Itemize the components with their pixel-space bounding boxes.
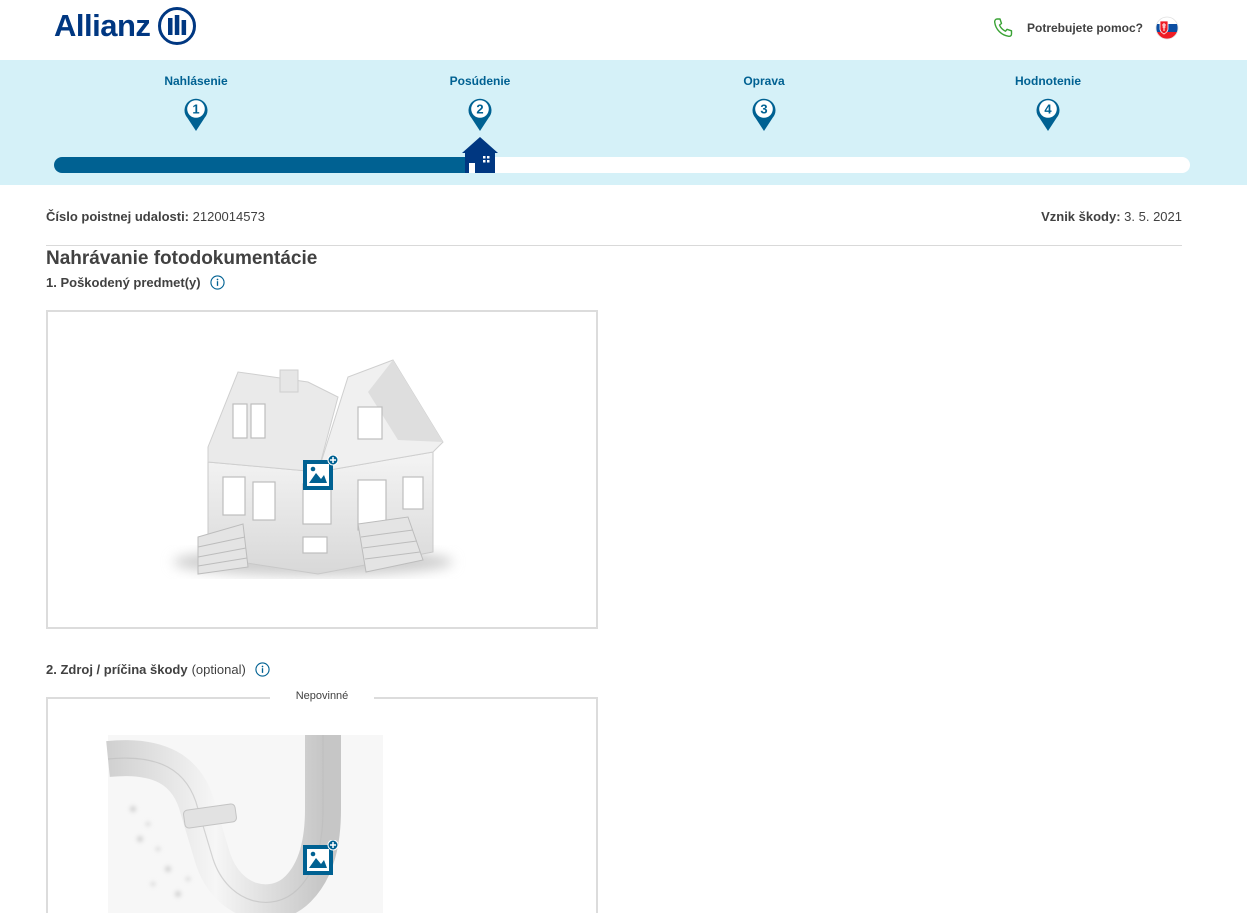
house-marker-icon (462, 137, 498, 173)
info-icon[interactable] (209, 275, 225, 290)
step-pin-icon: 1 (184, 98, 208, 131)
damage-date: Vznik škody: 3. 5. 2021 (1041, 209, 1182, 224)
progress-fill (54, 157, 480, 173)
page-title: Nahrávanie fotodokumentácie (46, 248, 318, 269)
step-label: Hodnotenie (1015, 74, 1081, 88)
step-number: 2 (476, 102, 483, 117)
progress-track (54, 157, 1190, 173)
step-number: 3 (760, 102, 767, 117)
step-hodnotenie: Hodnotenie 4 (968, 74, 1128, 132)
section-2-title: 2. Zdroj / príčina škody (46, 662, 188, 677)
help-text[interactable]: Potrebujete pomoc? (1027, 21, 1143, 35)
add-photo-icon[interactable] (302, 455, 338, 491)
section-1-title: 1. Poškodený predmet(y) (46, 275, 201, 290)
upload-damage-source[interactable] (46, 697, 598, 913)
section-2-heading: 2. Zdroj / príčina škody (optional) (46, 662, 270, 677)
help-area[interactable]: Potrebujete pomoc? (991, 14, 1179, 42)
logo-text: Allianz (54, 8, 151, 43)
claim-number: Číslo poistnej udalosti: 2120014573 (46, 209, 265, 224)
allianz-logo[interactable]: Allianz (54, 6, 197, 46)
damage-date-value: 3. 5. 2021 (1124, 209, 1182, 224)
step-posudenie: Posúdenie 2 (400, 74, 560, 132)
pipe-placeholder-image (106, 735, 383, 913)
step-pin-icon: 3 (752, 98, 776, 131)
section-1-heading: 1. Poškodený predmet(y) (46, 275, 225, 290)
step-oprava: Oprava 3 (684, 74, 844, 132)
optional-tag: (optional) (191, 662, 246, 677)
slovak-flag-icon[interactable] (1155, 16, 1179, 40)
step-label: Posúdenie (449, 74, 511, 88)
claim-number-value: 2120014573 (192, 209, 265, 224)
add-photo-icon[interactable] (302, 840, 338, 876)
upload-damaged-items[interactable] (46, 310, 598, 629)
step-label: Oprava (743, 74, 785, 88)
step-number: 4 (1044, 102, 1052, 117)
step-pin-icon: 2 (468, 98, 492, 131)
claim-number-label: Číslo poistnej udalosti: (46, 209, 190, 224)
damage-date-label: Vznik škody: (1041, 209, 1121, 224)
allianz-logo-icon (158, 7, 197, 45)
progress-band: Nahlásenie 1 Posúdenie 2 Oprava 3 Hodnot… (0, 60, 1247, 185)
header: Allianz Potrebujete pomoc? (0, 0, 1247, 60)
phone-icon[interactable] (991, 16, 1015, 40)
step-pin-icon: 4 (1036, 98, 1060, 131)
divider (46, 245, 1182, 246)
step-label: Nahlásenie (164, 74, 228, 88)
step-nahlasenie: Nahlásenie 1 (116, 74, 276, 132)
optional-badge: Nepovinné (270, 690, 374, 702)
step-number: 1 (192, 102, 199, 117)
info-icon[interactable] (255, 662, 270, 677)
